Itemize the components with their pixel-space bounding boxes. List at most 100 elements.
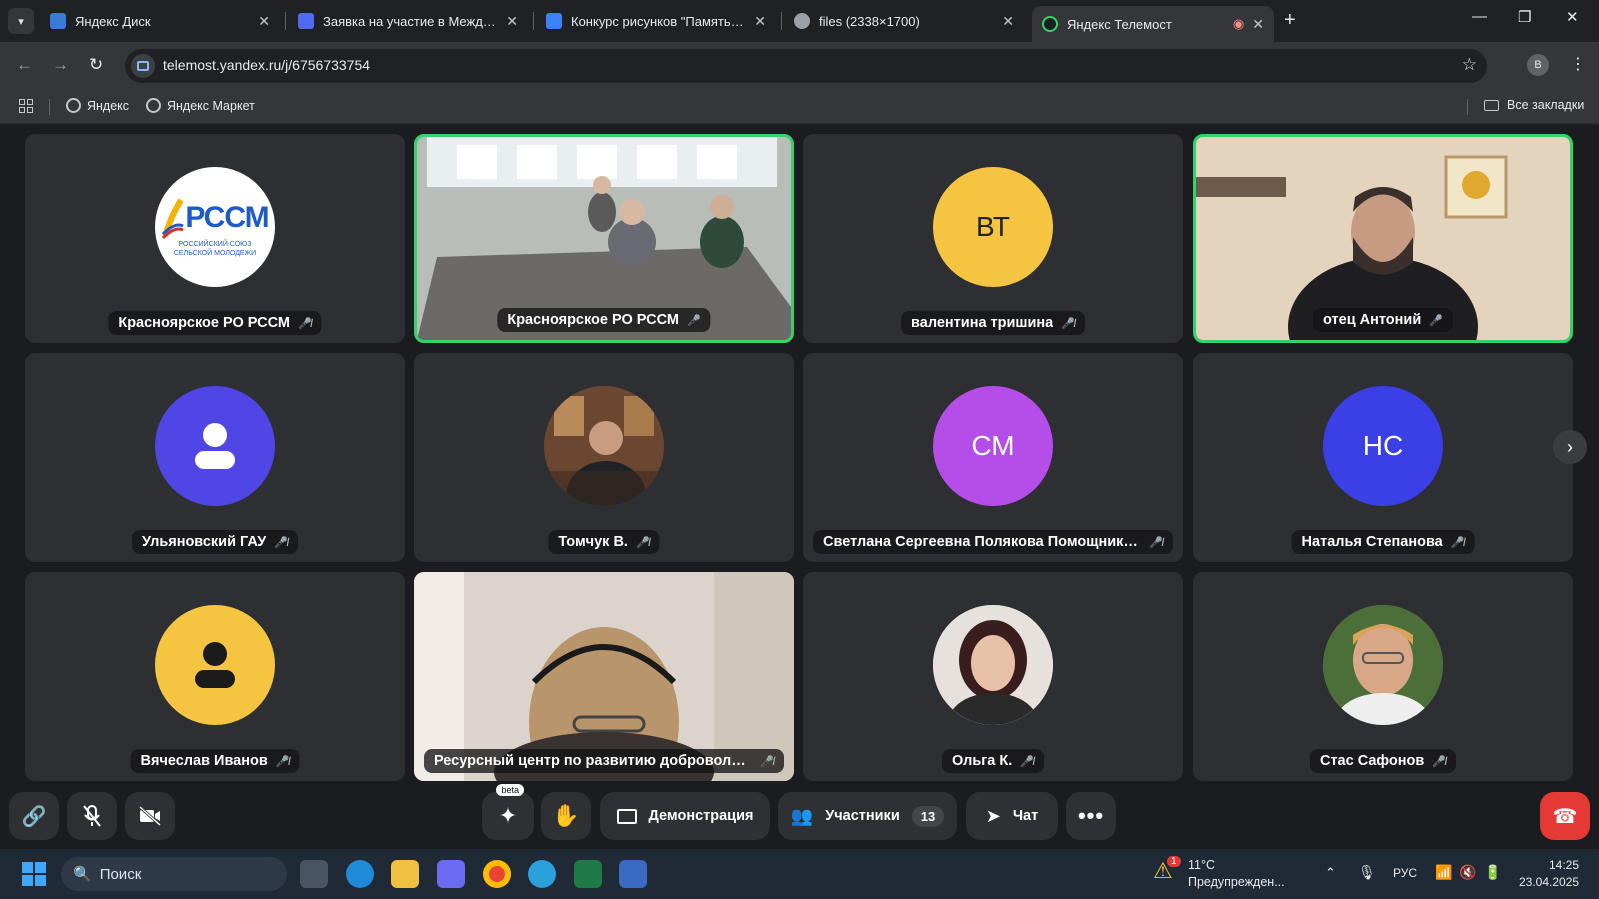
participant-name-text: валентина тришина xyxy=(911,315,1054,331)
store-icon[interactable] xyxy=(437,860,465,888)
taskbar-search[interactable]: 🔍 Поиск xyxy=(61,857,287,891)
tab-files-image[interactable]: files (2338×1700) ✕ xyxy=(784,6,1024,36)
close-icon[interactable]: ✕ xyxy=(1252,16,1264,33)
microphone-toggle[interactable] xyxy=(67,792,117,840)
copy-link-button[interactable]: 🔗 xyxy=(9,792,59,840)
site-info-icon[interactable] xyxy=(131,54,155,78)
language-indicator[interactable]: РУС xyxy=(1393,866,1417,880)
new-tab-button[interactable]: + xyxy=(1284,9,1296,32)
back-icon[interactable]: ← xyxy=(16,55,33,75)
weather-text: Предупрежден... xyxy=(1188,875,1285,889)
chat-button[interactable]: ➤ Чат xyxy=(966,792,1058,840)
participant-name: Ольга К. 🎤̸ xyxy=(942,749,1044,773)
close-icon[interactable]: ✕ xyxy=(1002,13,1014,30)
browser-menu-icon[interactable]: ⋮ xyxy=(1570,54,1586,74)
battery-icon[interactable]: 🔋 xyxy=(1484,864,1501,881)
participant-tile[interactable]: Томчук В. 🎤̸ xyxy=(414,353,794,562)
more-options-button[interactable]: ••• xyxy=(1066,792,1116,840)
chrome-icon[interactable] xyxy=(483,860,511,888)
leave-call-button[interactable]: ☎ xyxy=(1540,792,1590,840)
chevron-up-icon[interactable]: ⌃ xyxy=(1325,865,1336,881)
participant-tile[interactable]: Ольга К. 🎤̸ xyxy=(803,572,1183,781)
participant-tile[interactable]: Вячеслав Иванов 🎤̸ xyxy=(25,572,405,781)
tab-search-button[interactable]: ▾ xyxy=(8,8,34,34)
edge-icon[interactable] xyxy=(346,860,374,888)
apps-grid-icon[interactable] xyxy=(19,99,33,113)
telegram-icon[interactable] xyxy=(528,860,556,888)
mic-muted-icon: 🎤̸ xyxy=(275,755,290,768)
camera-toggle[interactable] xyxy=(125,792,175,840)
clock-time[interactable]: 14:25 xyxy=(1549,858,1579,872)
bookmark-yandex[interactable]: Яндекс xyxy=(66,98,129,113)
link-icon: 🔗 xyxy=(21,805,47,828)
participant-tile[interactable]: отец Антоний 🎤 xyxy=(1193,134,1573,343)
excel-icon[interactable] xyxy=(574,860,602,888)
restore-icon[interactable]: ❐ xyxy=(1518,8,1531,26)
camera-off-icon xyxy=(138,806,162,826)
participants-count: 13 xyxy=(911,805,945,827)
profile-avatar[interactable]: B xyxy=(1527,54,1549,76)
initials-avatar: ВТ xyxy=(933,167,1053,287)
wifi-icon[interactable]: 📶 xyxy=(1435,864,1452,881)
address-bar[interactable]: telemost.yandex.ru/j/6756733754 ☆ xyxy=(125,49,1487,83)
screen-share-label: Демонстрация xyxy=(648,808,754,824)
photo-avatar xyxy=(933,605,1053,725)
all-bookmarks-button[interactable]: Все закладки xyxy=(1484,98,1584,112)
participant-tile[interactable]: РССМ РОССИЙСКИЙ СОЮЗ СЕЛЬСКОЙ МОЛОДЕЖИ К… xyxy=(25,134,405,343)
mic-tray-icon[interactable]: 🎙 xyxy=(1358,864,1376,881)
participant-tile[interactable]: Стас Сафонов 🎤̸ xyxy=(1193,572,1573,781)
weather-widget[interactable]: ⚠ 1 xyxy=(1153,856,1181,884)
participant-tile[interactable]: СМ Светлана Сергеевна Полякова Помощник … xyxy=(803,353,1183,562)
hangup-icon: ☎ xyxy=(1552,805,1578,828)
windows-start-icon[interactable] xyxy=(22,862,46,886)
participant-tile[interactable]: Красноярское РО РССМ 🎤 xyxy=(414,134,794,343)
tab-drawing-contest[interactable]: Конкурс рисунков "Память в с ✕ xyxy=(536,6,776,36)
people-icon: 👥 xyxy=(790,805,814,826)
participant-name: Ресурсный центр по развитию добровольчес… xyxy=(424,749,784,773)
participant-tile[interactable]: НС Наталья Степанова 🎤̸ xyxy=(1193,353,1573,562)
bookmark-label: Яндекс xyxy=(87,98,130,113)
volume-muted-icon[interactable]: 🔇 xyxy=(1459,864,1476,881)
participant-tile[interactable]: Ресурсный центр по развитию добровольчес… xyxy=(414,572,794,781)
ai-assistant-button[interactable]: ✦ beta xyxy=(482,784,534,840)
avatar-initials: СМ xyxy=(971,430,1015,461)
bookmark-yandex-market[interactable]: Яндекс Маркет xyxy=(146,98,255,113)
default-avatar xyxy=(155,605,275,725)
participant-name-text: Ульяновский ГАУ xyxy=(142,534,267,550)
close-icon[interactable]: ✕ xyxy=(258,13,270,30)
raise-hand-button[interactable]: ✋ xyxy=(541,792,591,840)
avatar-photo xyxy=(544,386,664,506)
clock-date[interactable]: 23.04.2025 xyxy=(1519,875,1579,889)
globe-icon xyxy=(66,98,81,113)
bookmark-label: Яндекс Маркет xyxy=(167,98,255,113)
file-explorer-icon[interactable] xyxy=(391,860,419,888)
close-icon[interactable]: ✕ xyxy=(506,13,518,30)
participant-name-text: Светлана Сергеевна Полякова Помощник про… xyxy=(823,534,1142,550)
participant-name: Вячеслав Иванов 🎤̸ xyxy=(130,749,300,773)
minimize-icon[interactable]: — xyxy=(1472,8,1487,25)
task-view-icon[interactable] xyxy=(300,860,328,888)
participant-name: валентина тришина 🎤̸ xyxy=(901,311,1085,335)
participant-tile[interactable]: ВТ валентина тришина 🎤̸ xyxy=(803,134,1183,343)
reload-icon[interactable]: ↻ xyxy=(89,55,103,75)
tab-yandex-disk[interactable]: Яндекс Диск ✕ xyxy=(40,6,280,36)
photo-avatar xyxy=(1323,605,1443,725)
weather-temp: 11°C xyxy=(1188,858,1216,872)
participants-button[interactable]: 👥 Участники 13 xyxy=(778,792,957,840)
user-icon xyxy=(195,423,235,469)
close-icon[interactable]: ✕ xyxy=(754,13,766,30)
tab-yandex-telemost[interactable]: Яндекс Телемост ◉ ✕ xyxy=(1032,6,1274,42)
screen-share-button[interactable]: Демонстрация xyxy=(600,792,770,840)
tab-separator xyxy=(285,12,286,30)
participant-tile[interactable]: Ульяновский ГАУ 🎤̸ xyxy=(25,353,405,562)
window-close-icon[interactable]: ✕ xyxy=(1566,8,1579,26)
participant-name-text: Красноярское РО РССМ xyxy=(507,312,679,328)
remote-desktop-icon[interactable] xyxy=(619,860,647,888)
participant-name: Ульяновский ГАУ 🎤̸ xyxy=(132,530,298,554)
tab-application-form[interactable]: Заявка на участие в Междунар ✕ xyxy=(288,6,528,36)
next-page-button[interactable]: › xyxy=(1553,430,1587,464)
bookmark-star-icon[interactable]: ☆ xyxy=(1462,55,1477,75)
more-dots-icon: ••• xyxy=(1077,803,1105,828)
forward-icon[interactable]: → xyxy=(52,55,69,75)
avatar-photo xyxy=(1323,605,1443,725)
